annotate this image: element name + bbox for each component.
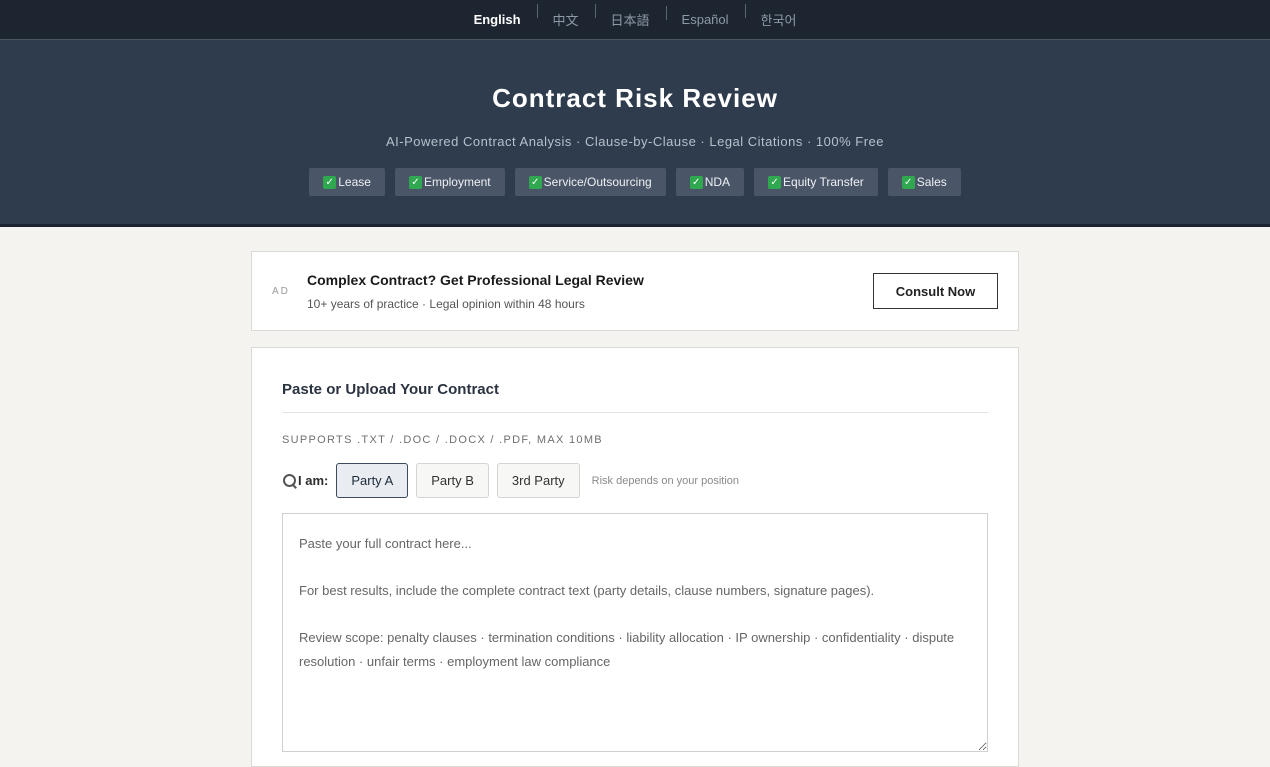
- contract-input-card: Paste or Upload Your Contract SUPPORTS .…: [251, 347, 1019, 767]
- lang-japanese[interactable]: 日本語: [594, 4, 666, 29]
- check-mark-icon: ✓: [408, 175, 422, 189]
- check-mark-icon: ✓: [689, 175, 703, 189]
- contract-type-tags: ✓ Lease ✓ Employment ✓ Service/Outsourcing …: [0, 168, 1270, 196]
- hero-header: Contract Risk Review AI-Powered Contract…: [0, 40, 1270, 227]
- third-party-button[interactable]: 3rd Party: [496, 463, 580, 498]
- tag-service-outsourcing: ✓ Service/Outsourcing: [514, 168, 666, 196]
- ad-banner: AD Complex Contract? Get Professional Le…: [251, 251, 1019, 331]
- lang-english[interactable]: English: [458, 12, 537, 27]
- consult-now-button[interactable]: Consult Now: [873, 273, 998, 309]
- form-title: Paste or Upload Your Contract: [282, 348, 988, 413]
- check-mark-icon: ✓: [768, 175, 782, 189]
- page-title: Contract Risk Review: [492, 83, 778, 113]
- ad-text: Complex Contract? Get Professional Legal…: [307, 272, 873, 311]
- tag-lease: ✓ Lease: [309, 168, 385, 196]
- lang-spanish[interactable]: Español: [665, 6, 745, 27]
- party-selector: I am: Party A Party B 3rd Party Risk dep…: [282, 463, 988, 498]
- lang-korean[interactable]: 한국어: [744, 4, 813, 29]
- ad-title: Complex Contract? Get Professional Legal…: [307, 271, 644, 288]
- tag-nda: ✓ NDA: [675, 168, 745, 196]
- lang-chinese[interactable]: 中文: [536, 4, 595, 29]
- iam-label-group: I am:: [282, 473, 328, 489]
- contract-textarea[interactable]: [282, 513, 988, 752]
- ad-label: AD: [272, 285, 290, 297]
- tag-sales: ✓ Sales: [887, 168, 961, 196]
- page-subtitle: AI-Powered Contract Analysis · Clause-by…: [385, 134, 885, 149]
- iam-label: I am:: [298, 473, 329, 488]
- magnifier-icon: [282, 473, 298, 489]
- language-bar: English 中文 日本語 Español 한국어: [0, 0, 1270, 40]
- ad-description: 10+ years of practice · Legal opinion wi…: [307, 296, 585, 311]
- check-mark-icon: ✓: [323, 175, 337, 189]
- position-hint: Risk depends on your position: [591, 474, 740, 487]
- check-mark-icon: ✓: [528, 175, 542, 189]
- tag-employment: ✓ Employment: [394, 168, 505, 196]
- check-mark-icon: ✓: [901, 175, 915, 189]
- party-a-button[interactable]: Party A: [336, 463, 409, 498]
- supported-formats: SUPPORTS .TXT / .DOC / .DOCX / .PDF, MAX…: [282, 434, 603, 446]
- party-b-button[interactable]: Party B: [416, 463, 489, 498]
- tag-equity-transfer: ✓ Equity Transfer: [754, 168, 878, 196]
